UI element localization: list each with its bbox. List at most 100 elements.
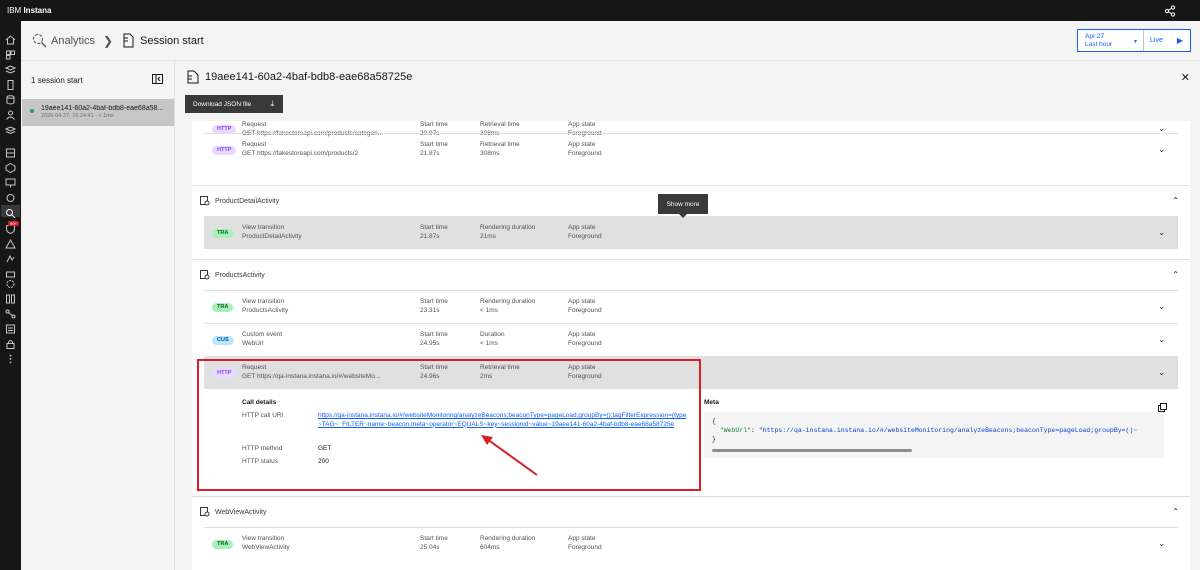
- session-id-title: 19aee141-60a2-4baf-bdb8-eae68a58725e: [205, 71, 413, 83]
- group-header[interactable]: WebViewActivity ⌃: [192, 497, 1190, 527]
- start-time: Start time 25.04s: [420, 535, 448, 551]
- tag-cus: CUS: [212, 336, 234, 345]
- page-header: Analytics ❯ Session start Apr 27 Last ho…: [21, 21, 1200, 61]
- events-icon[interactable]: [5, 251, 16, 263]
- users-icon[interactable]: [5, 107, 16, 120]
- layers-icon[interactable]: [4, 122, 17, 135]
- session-count: 1 session start: [31, 76, 83, 85]
- time-range-selector[interactable]: Apr 27 Last hour ▼: [1078, 30, 1144, 51]
- tag-http: HTTP: [212, 369, 237, 378]
- time-picker[interactable]: Apr 27 Last hour ▼ Live ▶: [1077, 29, 1191, 52]
- reports-icon[interactable]: [5, 321, 16, 334]
- download-json-button[interactable]: Download JSON file ⤓: [185, 95, 283, 113]
- http-call-uri-link[interactable]: https://qa-instana.instana.io/#/websiteM…: [318, 412, 688, 429]
- chevron-down-icon[interactable]: ⌄: [1158, 302, 1165, 311]
- json-value: "https://qa-instana.instana.io/#/website…: [758, 427, 1138, 434]
- sli-icon[interactable]: [5, 266, 16, 278]
- group-webviewactivity: WebViewActivity ⌃ TRA View transition Web…: [192, 496, 1190, 570]
- beacon-type-name: View transition ProductsActivity: [242, 298, 289, 314]
- more-vertical-icon[interactable]: [5, 351, 16, 364]
- session-list-panel: 1 session start 19aee141-60a2-4baf-bdb8-…: [21, 61, 175, 570]
- live-toggle[interactable]: Live ▶: [1144, 30, 1190, 51]
- integrations-icon[interactable]: [5, 291, 16, 304]
- meta-json-viewer[interactable]: { "WebUrl": "https://qa-instana.instana.…: [704, 412, 1164, 458]
- analytics-icon[interactable]: [1, 205, 20, 219]
- detail-title: 19aee141-60a2-4baf-bdb8-eae68a58725e: [187, 70, 412, 84]
- chevron-down-icon[interactable]: ⌄: [1158, 368, 1165, 377]
- kubernetes-icon[interactable]: [5, 160, 16, 174]
- synthetic-icon[interactable]: [5, 190, 16, 202]
- services-icon[interactable]: [4, 62, 17, 74]
- app-state: App state Foreground: [568, 364, 602, 380]
- chevron-down-icon[interactable]: ⌄: [1158, 124, 1165, 133]
- lock-icon[interactable]: [5, 336, 16, 349]
- infrastructure-icon[interactable]: [5, 145, 16, 158]
- beacon-row-expanded[interactable]: HTTP Request GET https://qa-instana.insta…: [204, 356, 1178, 389]
- mobile-app-icon[interactable]: [5, 77, 16, 90]
- horizontal-scrollbar[interactable]: [712, 449, 912, 452]
- live-label: Live: [1150, 37, 1163, 44]
- beacon-row[interactable]: TRA View transition WebViewActivity Start…: [204, 527, 1178, 560]
- beacon-type-name: View transition ProductDetailActivity: [242, 224, 302, 240]
- beacon-row[interactable]: HTTP Request GET https://fakestoreapi.com…: [204, 133, 1178, 166]
- chevron-up-icon[interactable]: ⌃: [1172, 196, 1179, 205]
- group-header[interactable]: ProductsActivity ⌃: [192, 260, 1190, 290]
- top-bar: IBM Instana: [0, 0, 1200, 21]
- http-status-label: HTTP status: [242, 458, 279, 465]
- applications-icon[interactable]: [5, 47, 16, 60]
- beacon-type-name: View transition WebViewActivity: [242, 535, 290, 551]
- session-detail-panel: 19aee141-60a2-4baf-bdb8-eae68a58725e ✕ D…: [175, 61, 1200, 570]
- group-name: WebViewActivity: [215, 508, 267, 516]
- json-colon: :: [751, 427, 759, 434]
- call-details-title: Call details: [242, 399, 277, 406]
- left-nav-rail: 99+: [0, 21, 21, 570]
- share-icon[interactable]: [1164, 5, 1176, 17]
- settings-icon[interactable]: [5, 276, 16, 288]
- analytics-icon: [33, 34, 47, 48]
- app-state: App state Foreground: [568, 298, 602, 314]
- collapse-panel-icon[interactable]: [152, 74, 163, 84]
- desktop-icon[interactable]: [5, 175, 16, 188]
- meta-title: Meta: [704, 399, 719, 406]
- view-icon: [200, 196, 210, 206]
- close-icon[interactable]: ✕: [1181, 71, 1190, 84]
- tag-tra: TRA: [212, 540, 234, 549]
- chevron-down-icon[interactable]: ⌄: [1158, 145, 1165, 154]
- session-start-icon: [123, 33, 134, 48]
- brand-prefix: IBM: [7, 6, 24, 15]
- show-more-tooltip: Show more: [658, 194, 708, 218]
- chevron-up-icon[interactable]: ⌃: [1172, 507, 1179, 516]
- warning-icon[interactable]: [5, 236, 16, 249]
- start-time: Start time 24.96s: [420, 364, 448, 380]
- copy-icon[interactable]: [1158, 403, 1167, 412]
- group-name: ProductDetailActivity: [215, 197, 280, 205]
- play-icon[interactable]: ▶: [1177, 36, 1183, 45]
- http-status-value: 200: [318, 458, 329, 465]
- session-start-icon: [187, 70, 199, 84]
- json-line: "WebUrl": "https://qa-instana.instana.io…: [712, 426, 1164, 435]
- http-call-uri-label: HTTP call URI: [242, 412, 284, 419]
- json-key: "WebUrl": [719, 427, 752, 434]
- chevron-down-icon[interactable]: ⌄: [1158, 335, 1165, 344]
- annotation-arrow-icon: [481, 435, 538, 476]
- session-list-item[interactable]: 19aee141-60a2-4baf-bdb8-eae68a58... 2026…: [22, 99, 174, 126]
- page-title: Session start: [140, 34, 204, 47]
- beacon-row[interactable]: CUS Custom event WebUrl Start time 24.95s …: [204, 323, 1178, 356]
- home-icon[interactable]: [5, 32, 16, 45]
- chevron-down-icon[interactable]: ⌄: [1158, 539, 1165, 548]
- session-id: 19aee141-60a2-4baf-bdb8-eae68a58...: [41, 105, 164, 112]
- chevron-up-icon[interactable]: ⌃: [1172, 270, 1179, 279]
- beacon-row[interactable]: TRA View transition ProductDetailActivity…: [204, 216, 1178, 249]
- beacon-row[interactable]: TRA View transition ProductsActivity Star…: [204, 290, 1178, 323]
- flow-icon[interactable]: [5, 306, 16, 319]
- breadcrumb-analytics[interactable]: Analytics: [51, 35, 95, 47]
- alert-count-badge: 99+: [8, 221, 19, 226]
- brand[interactable]: IBM Instana: [7, 6, 51, 15]
- session-list-header: 1 session start: [21, 61, 174, 99]
- app-state: App state Foreground: [568, 331, 602, 347]
- database-icon[interactable]: [5, 92, 16, 105]
- caret-down-icon: ▼: [1133, 39, 1138, 45]
- chevron-down-icon[interactable]: ⌄: [1158, 228, 1165, 237]
- app-state: App state Foreground: [568, 535, 602, 551]
- view-icon: [200, 270, 210, 280]
